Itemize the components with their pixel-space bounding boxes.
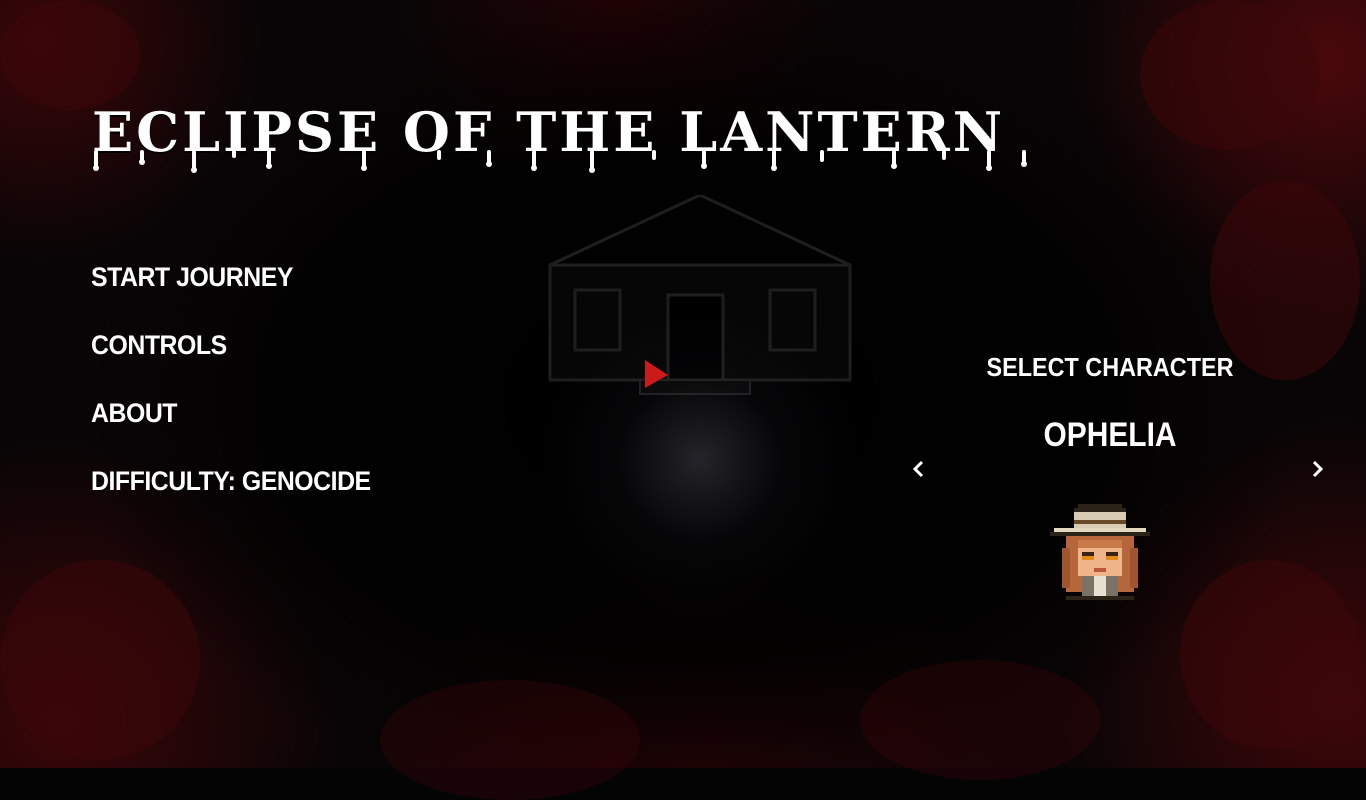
character-sprite [1050,504,1150,600]
blood-splat [1210,180,1360,380]
select-character-label: SELECT CHARACTER [986,352,1234,382]
main-menu: START JOURNEY CONTROLS ABOUT DIFFICULTY:… [91,258,395,530]
blood-splat [380,680,640,800]
character-name: OPHELIA [1043,416,1177,454]
menu-item-difficulty[interactable]: DIFFICULTY: GENOCIDE [91,462,371,530]
chevron-left-icon[interactable] [908,458,930,480]
menu-item-about[interactable]: ABOUT [91,394,371,462]
haunted-house-silhouette [548,195,852,395]
chevron-right-icon[interactable] [1306,458,1328,480]
blood-splat [0,0,140,110]
menu-item-start-journey[interactable]: START JOURNEY [91,258,371,326]
menu-item-controls[interactable]: CONTROLS [91,326,371,394]
character-select-panel: SELECT CHARACTER OPHELIA [900,352,1330,612]
blood-splat [860,660,1100,780]
blood-splat [0,560,200,760]
title-blood-drips [93,150,1027,173]
blood-splat [1140,0,1320,150]
pointer-cursor-icon [645,360,668,388]
